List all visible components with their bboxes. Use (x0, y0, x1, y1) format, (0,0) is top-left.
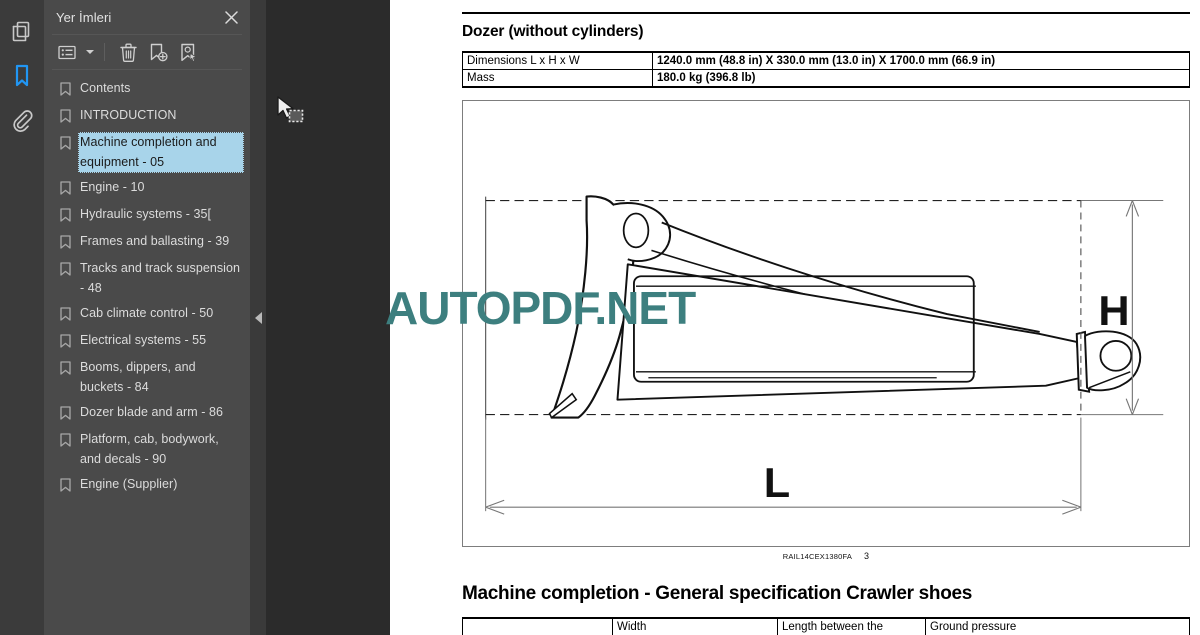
bookmark-item-icon (60, 132, 78, 155)
bookmark-item-icon (60, 78, 78, 101)
bookmark-item[interactable]: Platform, cab, bodywork, and decals - 90 (44, 427, 250, 472)
table-header-cell: Width (612, 617, 778, 635)
bookmark-item-icon (60, 429, 78, 452)
bookmark-item-label: Booms, dippers, and buckets - 84 (80, 360, 196, 394)
sidebar-icon-rail (0, 0, 44, 635)
panel-collapse-splitter[interactable] (250, 0, 266, 635)
bookmark-item-label: Tracks and track suspension - 48 (80, 261, 240, 295)
dozer-figure: H L (462, 100, 1190, 547)
bookmarks-panel: Yer İmleri Contents INTRODUCTION Machine… (44, 0, 250, 635)
spec-value: 180.0 kg (396.8 lb) (652, 69, 1190, 88)
dimension-label-l: L (764, 460, 790, 507)
viewer-gutter (250, 0, 390, 635)
bookmark-item[interactable]: Machine completion and equipment - 05 (44, 130, 250, 175)
table-row: Mass 180.0 kg (396.8 lb) (462, 69, 1190, 88)
bookmark-item[interactable]: Booms, dippers, and buckets - 84 (44, 355, 250, 400)
add-bookmark-button[interactable] (145, 40, 171, 64)
close-panel-button[interactable] (222, 8, 240, 26)
bookmark-item-label: Machine completion and equipment - 05 (78, 132, 244, 173)
dimension-label-h: H (1098, 288, 1129, 335)
bookmark-item-icon (60, 357, 78, 380)
bookmark-item[interactable]: Contents (44, 76, 250, 103)
list-view-dropdown-caret[interactable] (84, 40, 96, 64)
attachment-icon (11, 108, 33, 132)
dozer-spec-table: Dimensions L x H x W 1240.0 mm (48.8 in) … (462, 51, 1190, 88)
bookmarks-panel-title: Yer İmleri (56, 9, 112, 25)
bookmark-item-label: INTRODUCTION (80, 108, 177, 122)
bookmark-item-icon (60, 402, 78, 425)
bookmark-item-icon (60, 330, 78, 353)
bookmark-item-icon (60, 105, 78, 128)
page-top-rule (462, 12, 1190, 14)
bookmark-item-label: Engine - 10 (80, 180, 145, 194)
section-title: Dozer (without cylinders) (462, 23, 644, 40)
bookmark-item-icon (60, 177, 78, 200)
figure-caption-page: 3 (864, 551, 870, 561)
trash-icon (119, 43, 137, 62)
bookmarks-panel-header: Yer İmleri (44, 0, 250, 34)
bookmark-item[interactable]: Frames and ballasting - 39 (44, 229, 250, 256)
bookmarks-toolbar (44, 35, 250, 69)
bookmark-list[interactable]: Contents INTRODUCTION Machine completion a… (44, 70, 250, 635)
bookmark-item-label: Contents (80, 81, 131, 95)
list-view-button[interactable] (54, 40, 80, 64)
bookmark-item[interactable]: Engine - 10 (44, 175, 250, 202)
table-header-cell (462, 617, 613, 635)
next-section-title: Machine completion - General specificati… (462, 583, 973, 604)
bookmark-item[interactable]: Electrical systems - 55 (44, 328, 250, 355)
figure-caption-code: RAIL14CEX1380FA (782, 552, 853, 561)
collapse-left-arrow-icon (254, 311, 262, 324)
rail-item-pages[interactable] (0, 10, 44, 54)
bookmark-item-icon (60, 258, 78, 281)
bookmark-item-icon (60, 204, 78, 227)
pages-icon (12, 21, 32, 43)
bookmark-item-label: Hydraulic systems - 35[ (80, 207, 212, 221)
add-bookmark-icon (150, 43, 168, 61)
spec-key: Dimensions L x H x W (462, 51, 653, 70)
bookmark-item-label: Engine (Supplier) (80, 477, 178, 491)
bookmark-item[interactable]: Hydraulic systems - 35[ (44, 202, 250, 229)
figure-caption: RAIL14CEX1380FA 3 (462, 551, 1190, 561)
toolbar-separator (104, 43, 105, 61)
dozer-technical-drawing: H L (485, 195, 1164, 515)
bookmark-item-label: Frames and ballasting - 39 (80, 234, 230, 248)
delete-bookmark-button[interactable] (115, 40, 141, 64)
select-bookmark-button[interactable] (175, 40, 201, 64)
bookmark-item[interactable]: Tracks and track suspension - 48 (44, 256, 250, 301)
bookmark-cursor-icon (180, 43, 197, 62)
bookmark-item-icon (60, 303, 78, 326)
spec-value: 1240.0 mm (48.8 in) X 330.0 mm (13.0 in)… (652, 51, 1190, 70)
bookmark-item-label: Dozer blade and arm - 86 (80, 405, 223, 419)
list-view-icon (58, 45, 76, 59)
table-header-cell: Length between the (777, 617, 926, 635)
bookmark-item-icon (60, 231, 78, 254)
spec-key: Mass (462, 69, 653, 88)
bookmark-item[interactable]: Engine (Supplier) (44, 472, 250, 499)
bookmark-item-icon (60, 474, 78, 497)
table-row: Dimensions L x H x W 1240.0 mm (48.8 in) … (462, 51, 1190, 70)
rail-item-attachments[interactable] (0, 98, 44, 142)
bookmark-item[interactable]: Dozer blade and arm - 86 (44, 400, 250, 427)
bookmark-item[interactable]: INTRODUCTION (44, 103, 250, 130)
pdf-reader-window: Yer İmleri Contents INTRODUCTION Machine… (0, 0, 1200, 635)
bookmark-item[interactable]: Cab climate control - 50 (44, 301, 250, 328)
bookmark-item-label: Platform, cab, bodywork, and decals - 90 (80, 432, 219, 466)
pdf-page-content: Dozer (without cylinders) Dimensions L x… (462, 0, 1190, 635)
bookmark-icon (13, 64, 31, 88)
crawler-shoes-table: Width Length between the Ground pressure (462, 617, 1190, 635)
table-row: Width Length between the Ground pressure (462, 617, 1190, 635)
bookmark-item-label: Electrical systems - 55 (80, 333, 207, 347)
close-icon (224, 10, 238, 24)
rail-item-bookmarks[interactable] (0, 54, 44, 98)
pdf-page[interactable]: Dozer (without cylinders) Dimensions L x… (390, 0, 1200, 635)
chevron-down-icon (86, 50, 94, 54)
table-header-cell: Ground pressure (925, 617, 1190, 635)
bookmark-item-label: Cab climate control - 50 (80, 306, 214, 320)
